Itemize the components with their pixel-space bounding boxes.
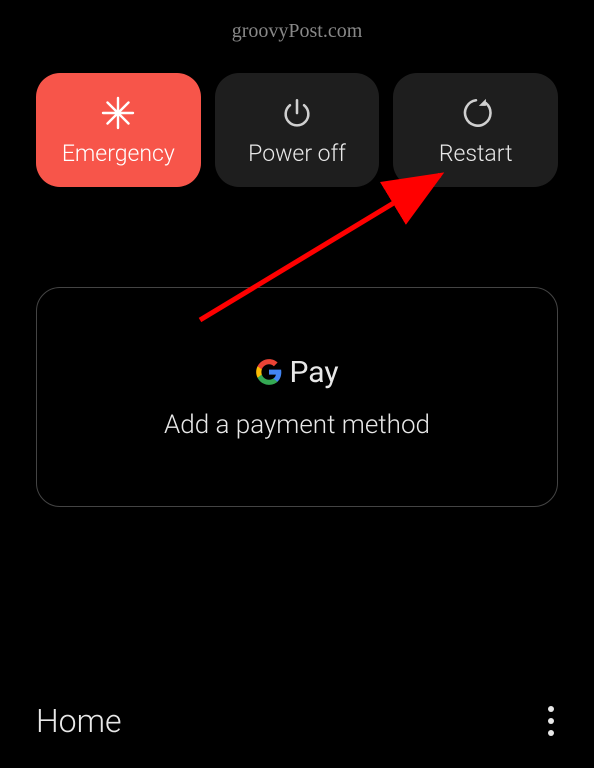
emergency-button[interactable]: Emergency <box>36 73 201 187</box>
power-off-label: Power off <box>248 140 346 167</box>
home-label: Home <box>36 702 122 740</box>
restart-button[interactable]: Restart <box>393 73 558 187</box>
gpay-brand-text: Pay <box>289 355 338 390</box>
power-off-button[interactable]: Power off <box>215 73 380 187</box>
power-menu: Emergency Power off Restart <box>0 43 594 187</box>
gpay-logo: Pay <box>255 355 338 390</box>
restart-icon <box>459 94 493 132</box>
gpay-card[interactable]: Pay Add a payment method <box>36 287 558 507</box>
restart-label: Restart <box>439 140 513 167</box>
power-icon <box>280 94 314 132</box>
emergency-label: Emergency <box>62 140 175 167</box>
emergency-icon <box>100 94 136 132</box>
watermark-text: groovyPost.com <box>0 0 594 43</box>
more-vertical-icon[interactable] <box>538 696 564 746</box>
gpay-message: Add a payment method <box>164 410 430 440</box>
bottom-bar: Home <box>0 696 594 746</box>
google-g-icon <box>255 358 283 386</box>
